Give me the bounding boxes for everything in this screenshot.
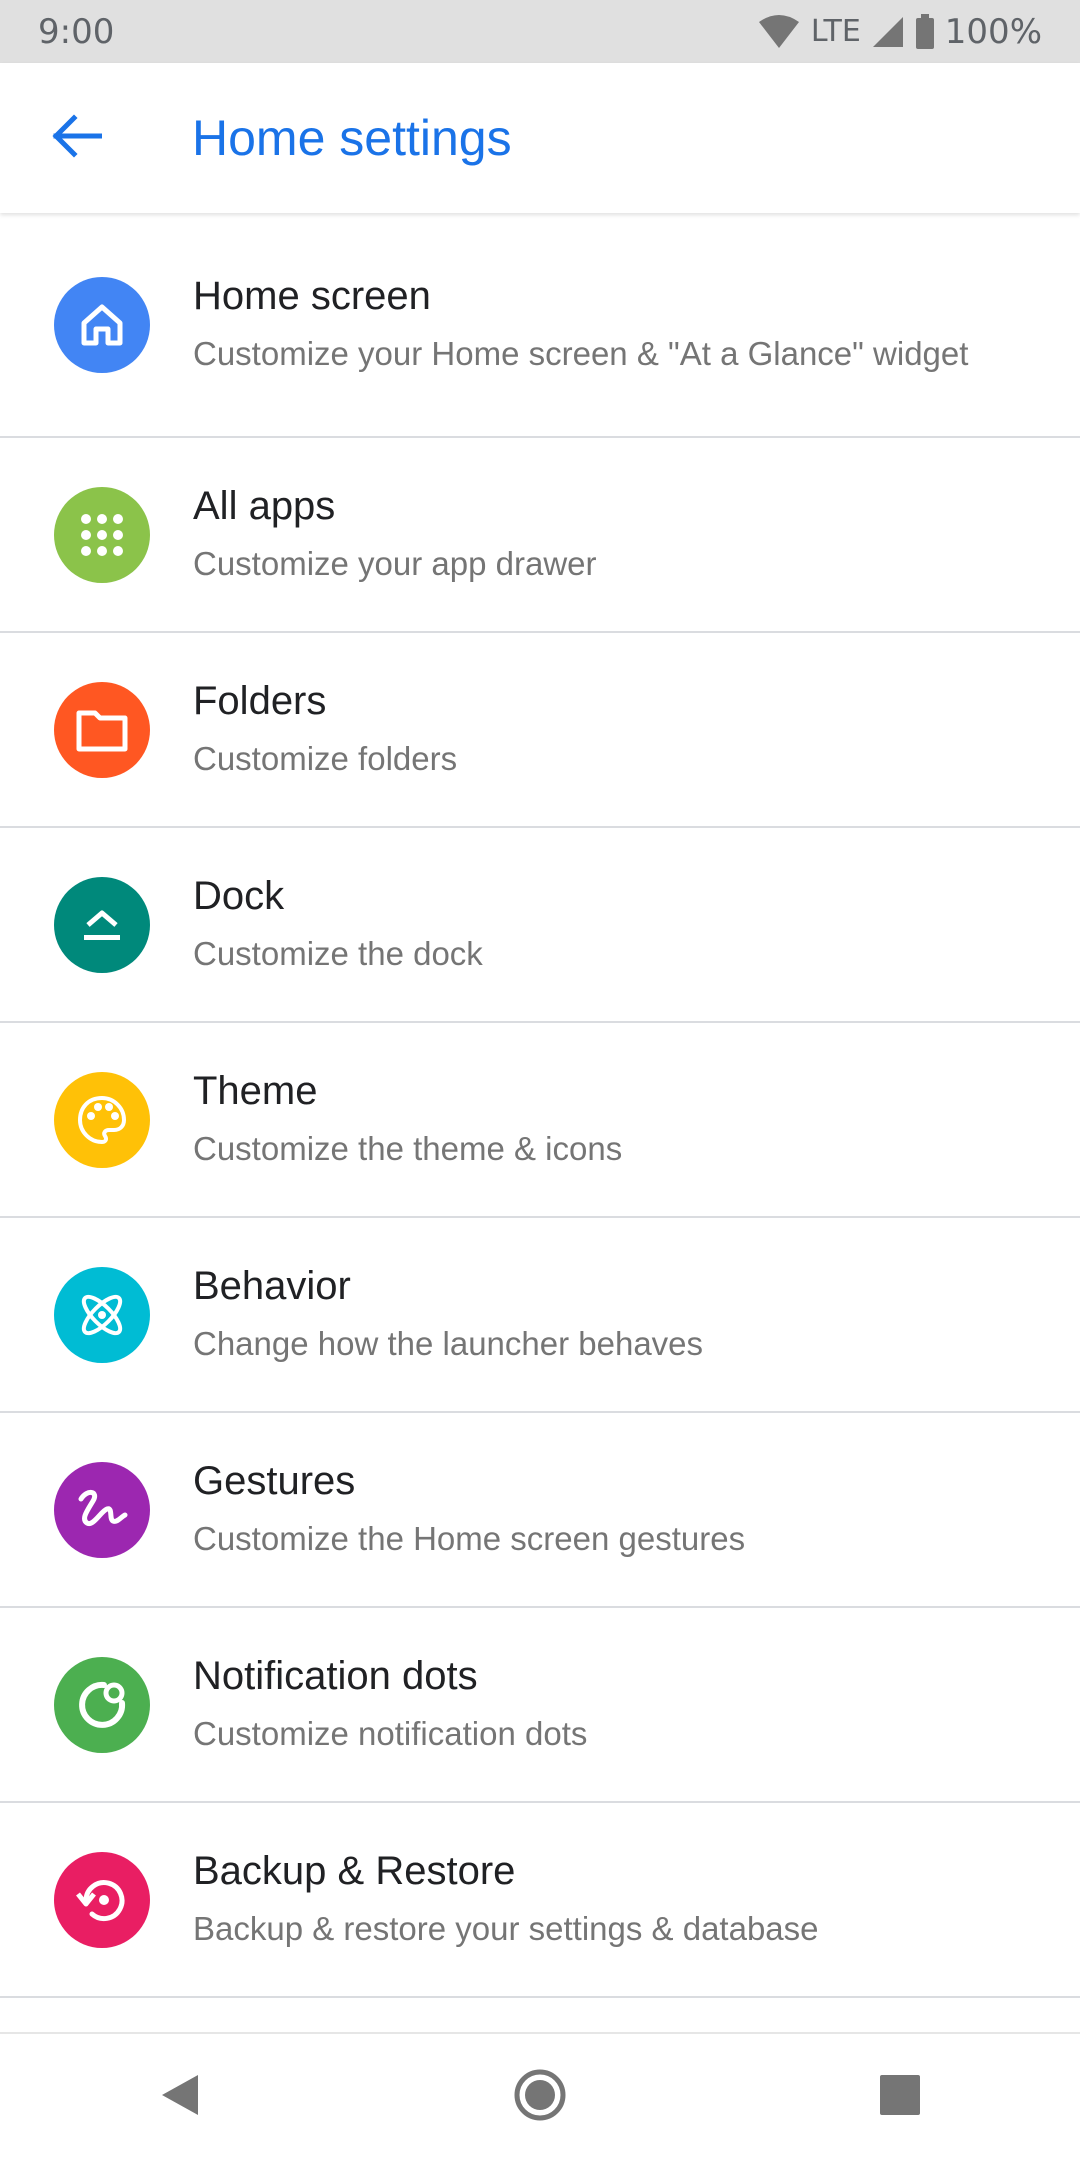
setting-all-apps[interactable]: All apps Customize your app drawer: [0, 438, 1080, 633]
system-nav-bar: [0, 2032, 1080, 2160]
setting-subtitle: Change how the launcher behaves: [193, 1325, 704, 1362]
setting-subtitle: Customize notification dots: [193, 1715, 588, 1752]
setting-dock[interactable]: Dock Customize the dock: [0, 828, 1080, 1023]
setting-title: Backup & Restore: [193, 1849, 516, 1893]
setting-notification-dots[interactable]: Notification dots Customize notification…: [0, 1608, 1080, 1803]
backup-restore-icon: [54, 1851, 150, 1948]
wifi-icon: [757, 14, 801, 50]
setting-subtitle: Customize your app drawer: [193, 545, 597, 582]
back-button[interactable]: [36, 98, 116, 178]
app-bar: Home settings: [0, 63, 1080, 213]
apps-grid-icon: [54, 486, 150, 583]
home-circle-icon: [513, 2068, 567, 2126]
gesture-icon: [54, 1461, 150, 1558]
nav-back-button[interactable]: [130, 2047, 230, 2147]
nav-home-button[interactable]: [490, 2047, 590, 2147]
setting-subtitle: Backup & restore your settings & databas…: [193, 1910, 819, 1947]
settings-list: Home screen Customize your Home screen &…: [0, 213, 1080, 1998]
network-label: LTE: [810, 14, 861, 49]
nav-recents-button[interactable]: [850, 2047, 950, 2147]
setting-title: Dock: [193, 874, 285, 918]
notification-dot-icon: [54, 1656, 150, 1753]
setting-subtitle: Customize the dock: [193, 935, 483, 972]
setting-backup-restore[interactable]: Backup & Restore Backup & restore your s…: [0, 1803, 1080, 1998]
atom-icon: [54, 1266, 150, 1363]
setting-home-screen[interactable]: Home screen Customize your Home screen &…: [0, 213, 1080, 438]
status-bar: 9:00 LTE 100%: [0, 0, 1080, 63]
dock-icon: [54, 876, 150, 973]
page-title: Home settings: [192, 110, 512, 166]
setting-subtitle: Customize folders: [193, 740, 458, 777]
back-triangle-icon: [158, 2071, 202, 2123]
setting-title: Home screen: [193, 274, 431, 318]
status-time: 9:00: [38, 11, 115, 52]
setting-subtitle: Customize the Home screen gestures: [193, 1520, 746, 1557]
setting-theme[interactable]: Theme Customize the theme & icons: [0, 1023, 1080, 1218]
recents-square-icon: [878, 2073, 922, 2121]
home-icon: [54, 276, 150, 373]
battery-percent: 100%: [944, 11, 1042, 52]
status-icons: LTE 100%: [757, 12, 1042, 52]
setting-title: Notification dots: [193, 1654, 478, 1698]
setting-title: Behavior: [193, 1264, 351, 1308]
setting-title: Folders: [193, 679, 327, 723]
setting-folders[interactable]: Folders Customize folders: [0, 633, 1080, 828]
battery-icon: [915, 13, 935, 50]
setting-title: Theme: [193, 1069, 318, 1113]
setting-subtitle: Customize your Home screen & "At a Glanc…: [193, 335, 969, 372]
setting-subtitle: Customize the theme & icons: [193, 1130, 623, 1167]
setting-gestures[interactable]: Gestures Customize the Home screen gestu…: [0, 1413, 1080, 1608]
setting-title: Gestures: [193, 1459, 356, 1503]
setting-title: All apps: [193, 484, 336, 528]
palette-icon: [54, 1071, 150, 1168]
folder-icon: [54, 681, 150, 778]
signal-icon: [871, 15, 905, 49]
arrow-back-icon: [50, 114, 103, 162]
setting-behavior[interactable]: Behavior Change how the launcher behaves: [0, 1218, 1080, 1413]
